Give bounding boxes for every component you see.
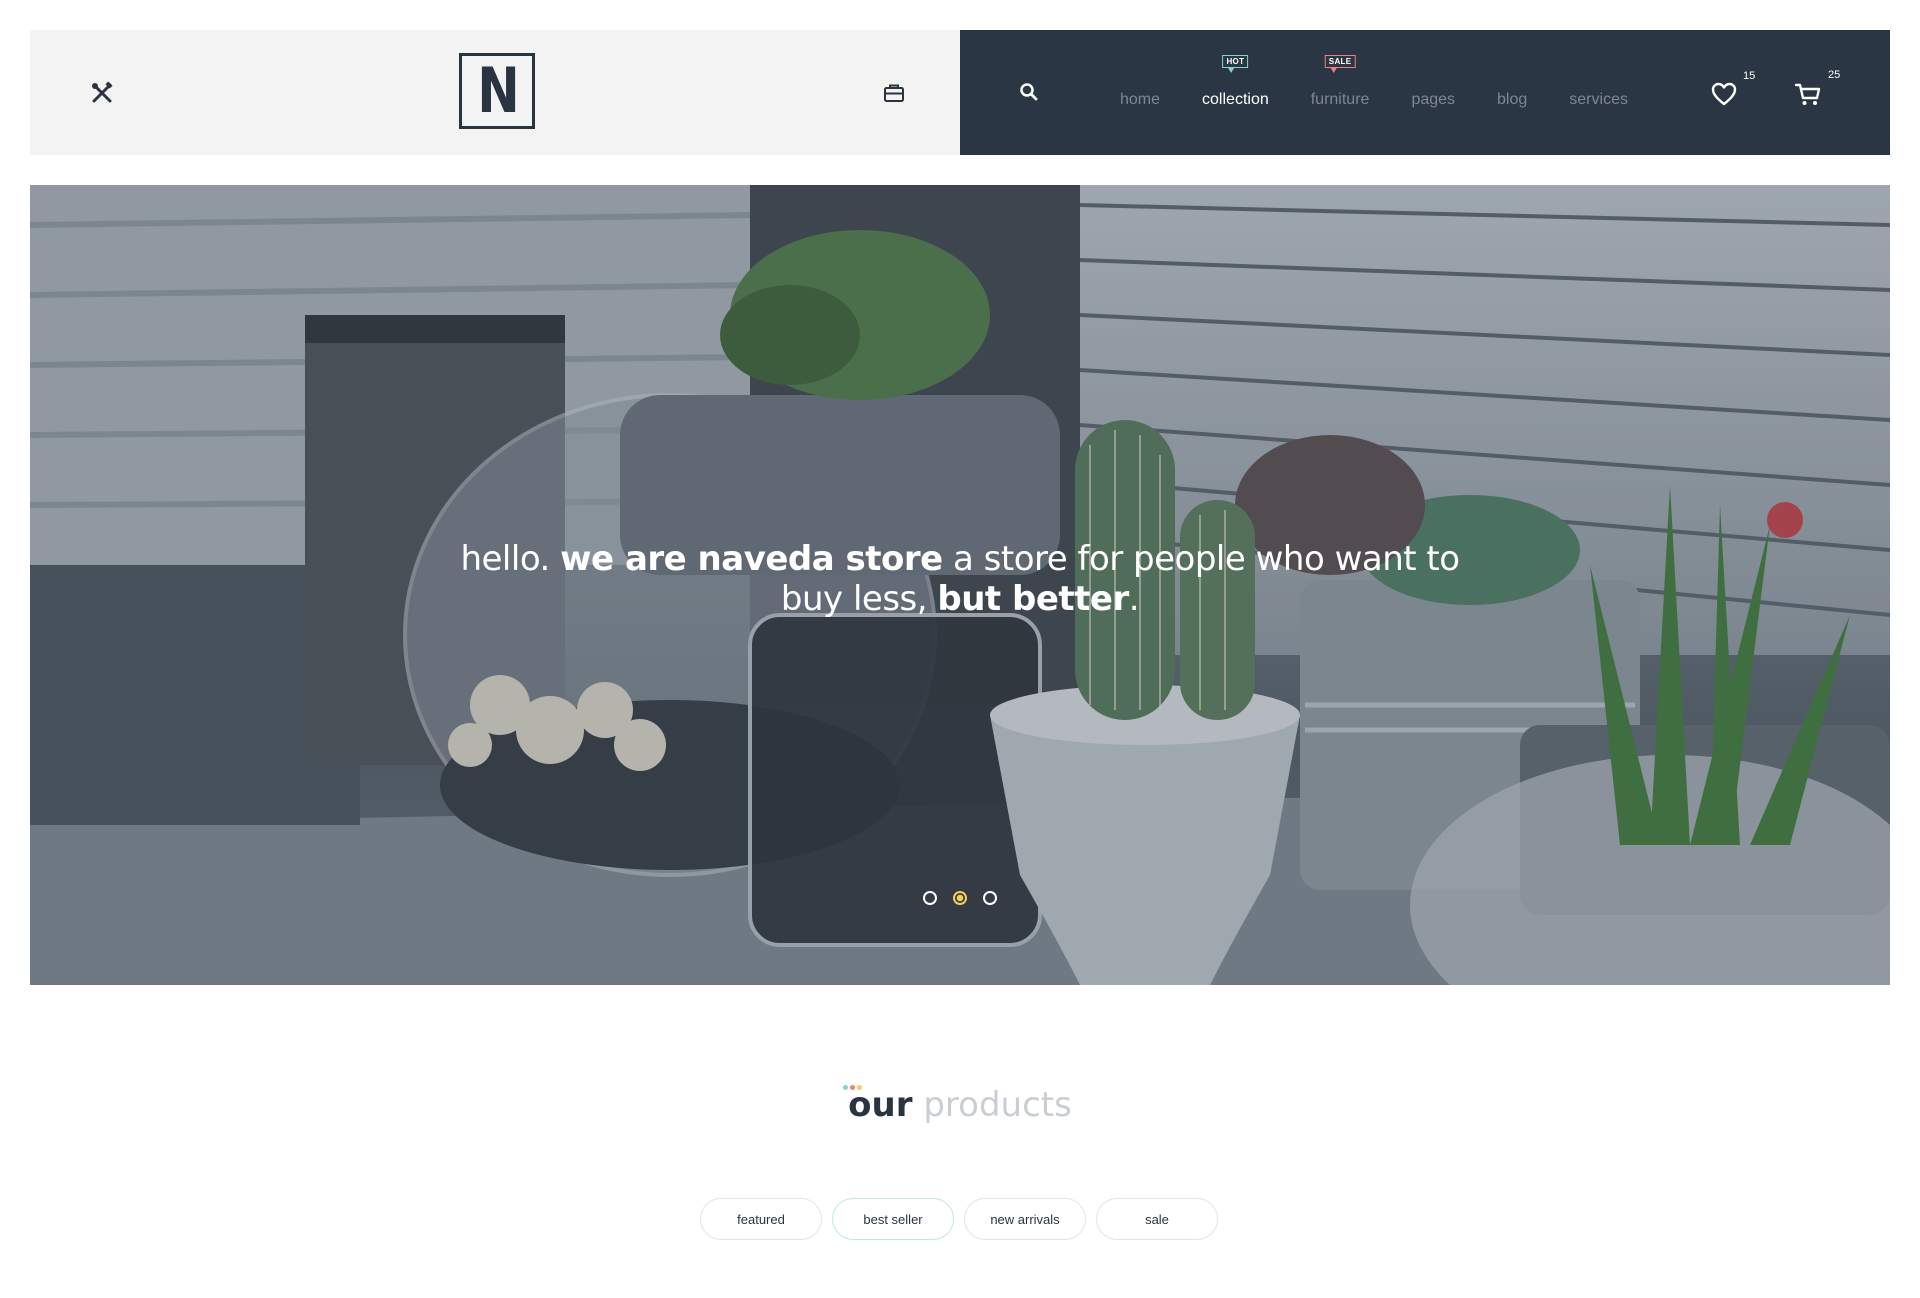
cart-count: 25 — [1828, 69, 1841, 81]
nav-collection[interactable]: HOT collection — [1202, 55, 1269, 109]
header-left-panel: N — [30, 30, 960, 155]
heart-icon[interactable] — [1710, 80, 1738, 108]
nav-collection-label: collection — [1202, 91, 1269, 108]
slider-dot-1[interactable] — [923, 891, 937, 905]
filter-featured-label: featured — [737, 1211, 785, 1227]
filter-new-arrivals-label: new arrivals — [990, 1211, 1060, 1227]
filter-sale[interactable]: sale — [1096, 1198, 1218, 1240]
site-logo[interactable]: N — [459, 53, 535, 129]
nav-pages-label: pages — [1411, 91, 1456, 108]
tools-icon[interactable] — [90, 81, 114, 105]
nav-furniture-label: furniture — [1310, 91, 1370, 108]
filter-new-arrivals[interactable]: new arrivals — [964, 1198, 1086, 1240]
section-title: our products — [0, 1085, 1920, 1125]
slider-dot-3[interactable] — [983, 891, 997, 905]
nav-pages[interactable]: pages — [1411, 91, 1455, 109]
filter-best-seller[interactable]: best seller — [832, 1198, 954, 1240]
main-nav: home HOT collection SALE furniture pages… — [1120, 30, 1670, 155]
hero-slider: hello. we are naveda store a store for p… — [30, 185, 1890, 985]
header-right-panel: home HOT collection SALE furniture pages… — [960, 30, 1890, 155]
nav-services[interactable]: services — [1569, 91, 1628, 109]
filter-featured[interactable]: featured — [700, 1198, 822, 1240]
slider-dots — [923, 891, 997, 905]
sale-badge: SALE — [1324, 55, 1356, 73]
hero-text-part1: hello. — [460, 539, 561, 579]
hero-text-part3: . — [1128, 579, 1140, 619]
nav-furniture[interactable]: SALE furniture — [1310, 55, 1370, 109]
slider-dot-2[interactable] — [953, 891, 967, 905]
nav-services-label: services — [1569, 91, 1628, 108]
hot-badge: HOT — [1222, 55, 1249, 73]
search-icon[interactable] — [1019, 82, 1039, 102]
nav-home[interactable]: home — [1120, 91, 1160, 109]
wishlist-count: 15 — [1743, 70, 1756, 82]
logo-letter: N — [477, 54, 520, 127]
hero-text-bold2: but better — [937, 579, 1129, 619]
hero-headline: hello. we are naveda store a store for p… — [430, 539, 1490, 619]
nav-blog-label: blog — [1497, 91, 1528, 108]
section-title-bold: our — [848, 1085, 913, 1125]
site-header: N home HOT collection SALE furniture pag… — [30, 30, 1890, 155]
section-title-light: products — [923, 1085, 1072, 1125]
briefcase-icon[interactable] — [883, 83, 905, 103]
cart-icon[interactable] — [1794, 80, 1822, 108]
filter-best-seller-label: best seller — [863, 1211, 923, 1227]
nav-home-label: home — [1120, 91, 1161, 108]
filter-sale-label: sale — [1145, 1211, 1169, 1227]
nav-blog[interactable]: blog — [1497, 91, 1527, 109]
hero-text-bold1: we are naveda store — [560, 539, 943, 579]
product-filters: featured best seller new arrivals sale — [700, 1198, 1218, 1240]
